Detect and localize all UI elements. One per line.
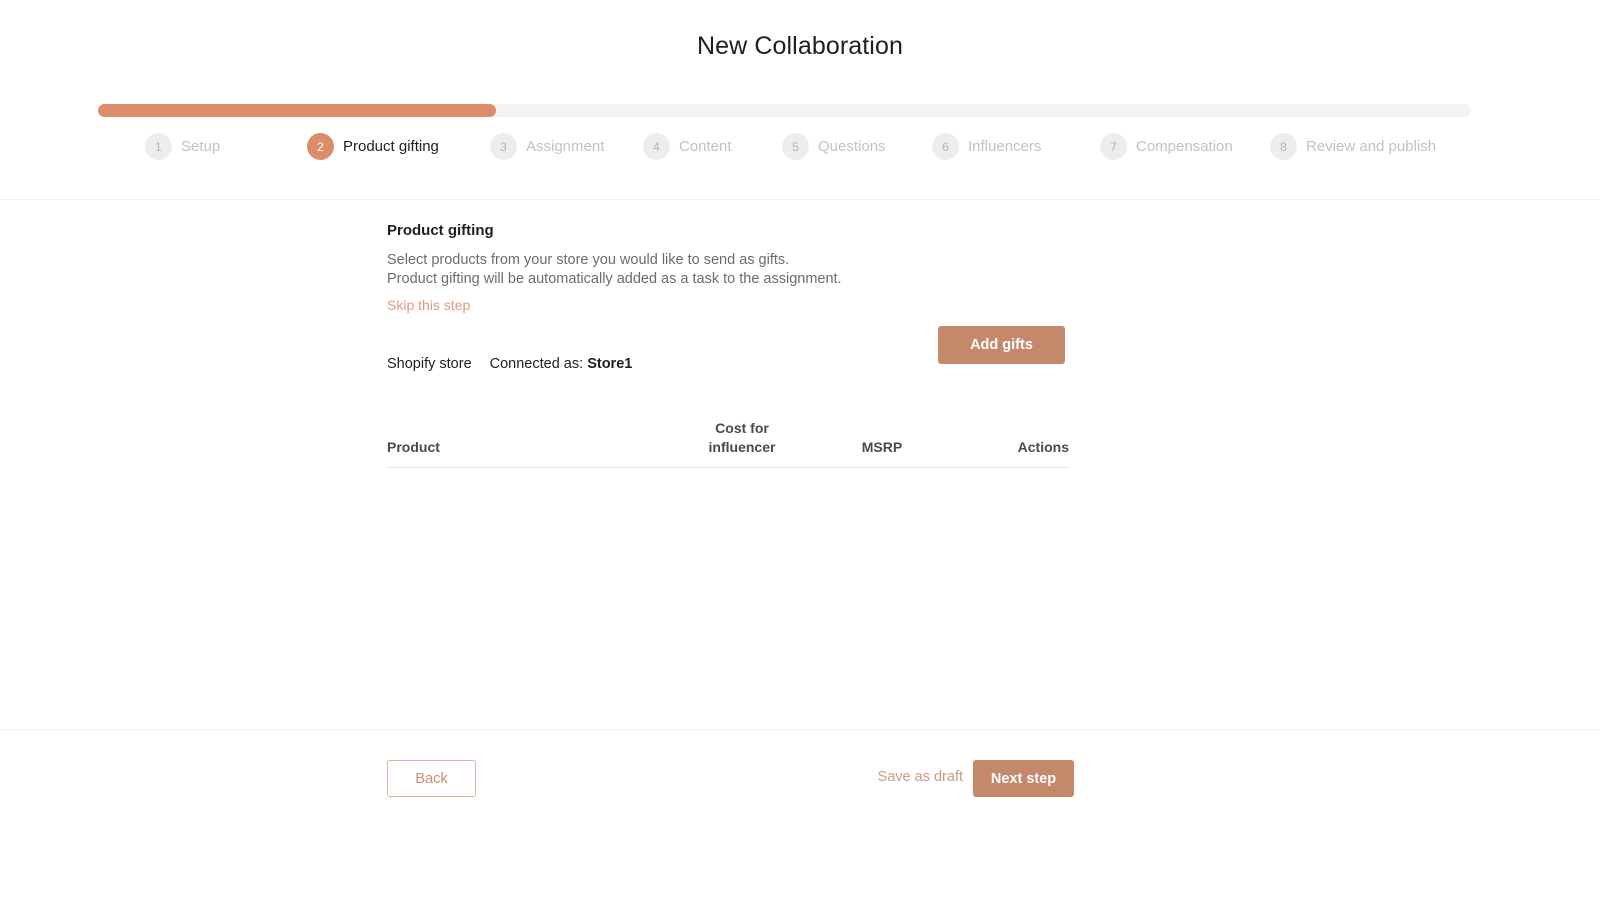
step-item-questions[interactable]: 5 Questions (782, 133, 886, 160)
column-header-cost-line-2: influencer (709, 439, 776, 455)
step-label: Compensation (1136, 138, 1233, 155)
next-step-button[interactable]: Next step (973, 760, 1074, 797)
step-number-badge: 6 (932, 133, 959, 160)
step-item-review-and-publish[interactable]: 8 Review and publish (1270, 133, 1436, 160)
column-header-cost-line-1: Cost for (715, 420, 769, 436)
section-title: Product gifting (387, 222, 1087, 239)
progress-bar-fill (98, 104, 496, 117)
column-header-msrp: MSRP (817, 419, 947, 468)
step-number-badge: 3 (490, 133, 517, 160)
product-gifting-section: Product gifting Select products from you… (387, 222, 1087, 468)
step-label: Review and publish (1306, 138, 1436, 155)
step-item-content[interactable]: 4 Content (643, 133, 732, 160)
page-title: New Collaboration (0, 32, 1600, 61)
step-label: Questions (818, 138, 886, 155)
step-list: 1 Setup 2 Product gifting 3 Assignment 4 Conten… (0, 133, 1600, 167)
connected-store-name: Store1 (587, 356, 632, 372)
step-item-compensation[interactable]: 7 Compensation (1100, 133, 1233, 160)
connected-as: Connected as: Store1 (490, 356, 633, 372)
progress-bar-track (98, 104, 1471, 117)
step-number-badge: 1 (145, 133, 172, 160)
wizard-footer: Back Save as draft Next step (387, 760, 1087, 800)
add-gifts-button[interactable]: Add gifts (938, 326, 1065, 364)
step-label: Product gifting (343, 138, 439, 155)
step-label: Setup (181, 138, 220, 155)
save-as-draft-button[interactable]: Save as draft (878, 769, 963, 785)
step-number-badge: 4 (643, 133, 670, 160)
step-item-influencers[interactable]: 6 Influencers (932, 133, 1041, 160)
skip-this-step-link[interactable]: Skip this step (387, 297, 470, 313)
new-collaboration-wizard: New Collaboration 1 Setup 2 Product gifting… (0, 0, 1600, 900)
step-label: Assignment (526, 138, 604, 155)
column-header-actions: Actions (947, 419, 1069, 468)
step-item-setup[interactable]: 1 Setup (145, 133, 220, 160)
step-label: Content (679, 138, 732, 155)
step-number-badge: 2 (307, 133, 334, 160)
step-number-badge: 8 (1270, 133, 1297, 160)
gifts-table: Product Cost for influencer MSRP Actions (387, 419, 1069, 468)
shopify-store-label: Shopify store (387, 356, 472, 372)
gifts-table-head: Product Cost for influencer MSRP Actions (387, 419, 1069, 468)
step-number-badge: 7 (1100, 133, 1127, 160)
wizard-stepper: 1 Setup 2 Product gifting 3 Assignment 4 Conten… (0, 104, 1600, 167)
connected-as-prefix: Connected as: (490, 356, 584, 372)
section-description-line-2: Product gifting will be automatically ad… (387, 270, 1087, 289)
gifts-table-header-row: Product Cost for influencer MSRP Actions (387, 419, 1069, 468)
header-divider (0, 199, 1600, 200)
footer-divider (0, 729, 1600, 730)
section-description-line-1: Select products from your store you woul… (387, 251, 1087, 270)
column-header-cost-for-influencer: Cost for influencer (667, 419, 817, 468)
step-item-product-gifting[interactable]: 2 Product gifting (307, 133, 439, 160)
step-item-assignment[interactable]: 3 Assignment (490, 133, 604, 160)
shopify-store-row: Shopify store Connected as: Store1 Add g… (387, 345, 1087, 383)
step-number-badge: 5 (782, 133, 809, 160)
column-header-product: Product (387, 419, 667, 468)
step-label: Influencers (968, 138, 1041, 155)
back-button[interactable]: Back (387, 760, 476, 797)
